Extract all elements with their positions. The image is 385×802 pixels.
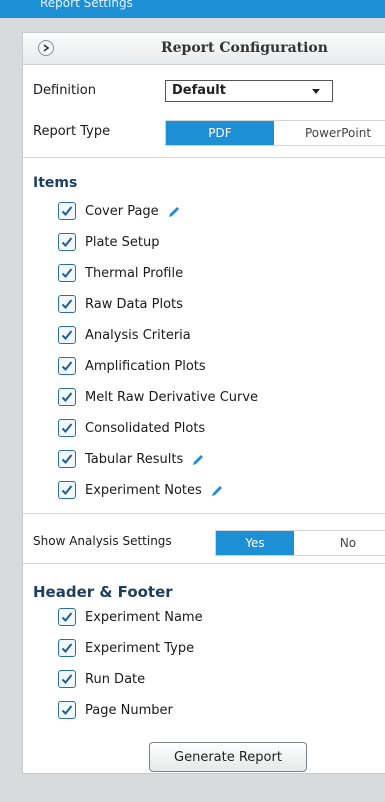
item-label: Melt Raw Derivative Curve: [85, 389, 259, 405]
show-analysis-settings-label: Show Analysis Settings: [33, 534, 172, 548]
item-label: Amplification Plots: [85, 358, 206, 374]
checkbox[interactable]: [58, 670, 76, 688]
checkmark-icon: [61, 206, 73, 216]
item-label: Run Date: [85, 671, 146, 687]
item-label: Tabular Results: [85, 451, 184, 467]
checkmark-icon: [61, 423, 73, 433]
analysis-settings-toggle: Yes No: [215, 530, 385, 556]
item-label: Experiment Notes: [85, 482, 202, 498]
checkmark-icon: [61, 299, 73, 309]
analysis-settings-no-option[interactable]: No: [294, 531, 385, 555]
item-thermal-profile[interactable]: Thermal Profile: [58, 262, 183, 284]
item-label: Plate Setup: [85, 234, 160, 250]
item-experiment-name[interactable]: Experiment Name: [58, 606, 203, 628]
checkbox[interactable]: [58, 388, 76, 406]
definition-select[interactable]: Default: [165, 80, 333, 102]
item-experiment-type[interactable]: Experiment Type: [58, 637, 194, 659]
pencil-icon[interactable]: [167, 204, 181, 218]
report-type-powerpoint-option[interactable]: PowerPoint: [274, 121, 385, 145]
checkbox[interactable]: [58, 295, 76, 313]
item-label: Cover Page: [85, 203, 159, 219]
checkmark-icon: [61, 268, 73, 278]
checkbox[interactable]: [58, 701, 76, 719]
report-configuration-panel: Report Configuration Definition Default …: [22, 32, 385, 774]
report-type-label: Report Type: [33, 124, 111, 139]
item-tabular-results[interactable]: Tabular Results: [58, 448, 205, 470]
divider: [23, 157, 385, 158]
checkbox[interactable]: [58, 639, 76, 657]
item-label: Analysis Criteria: [85, 327, 191, 343]
checkmark-icon: [61, 237, 73, 247]
pencil-icon[interactable]: [191, 452, 205, 466]
header-footer-section-title: Header & Footer: [33, 583, 173, 601]
checkbox[interactable]: [58, 202, 76, 220]
checkmark-icon: [61, 454, 73, 464]
item-label: Experiment Type: [85, 640, 195, 656]
divider: [23, 563, 385, 564]
top-bar-title: Report Settings: [40, 0, 133, 10]
report-type-pdf-option[interactable]: PDF: [166, 121, 274, 145]
definition-label: Definition: [33, 83, 96, 98]
checkbox[interactable]: [58, 326, 76, 344]
checkbox[interactable]: [58, 481, 76, 499]
generate-report-button[interactable]: Generate Report: [149, 742, 307, 772]
definition-value: Default: [172, 83, 226, 98]
checkmark-icon: [61, 361, 73, 371]
item-label: Page Number: [85, 702, 173, 718]
checkbox[interactable]: [58, 450, 76, 468]
analysis-settings-yes-option[interactable]: Yes: [216, 531, 294, 555]
report-type-toggle: PDF PowerPoint: [165, 120, 385, 146]
checkmark-icon: [61, 330, 73, 340]
pencil-icon[interactable]: [210, 483, 224, 497]
checkbox[interactable]: [58, 357, 76, 375]
item-amplification-plots[interactable]: Amplification Plots: [58, 355, 206, 377]
chevron-right-icon: [43, 44, 50, 52]
item-plate-setup[interactable]: Plate Setup: [58, 231, 159, 253]
checkmark-icon: [61, 705, 73, 715]
checkmark-icon: [61, 643, 73, 653]
item-label: Consolidated Plots: [85, 420, 206, 436]
item-page-number[interactable]: Page Number: [58, 699, 173, 721]
item-cover-page[interactable]: Cover Page: [58, 200, 181, 222]
checkmark-icon: [61, 674, 73, 684]
item-melt-raw-derivative-curve[interactable]: Melt Raw Derivative Curve: [58, 386, 258, 408]
panel-header: Report Configuration: [23, 33, 385, 65]
checkbox[interactable]: [58, 419, 76, 437]
checkmark-icon: [61, 485, 73, 495]
item-raw-data-plots[interactable]: Raw Data Plots: [58, 293, 183, 315]
dropdown-arrow-icon: [312, 89, 320, 94]
item-run-date[interactable]: Run Date: [58, 668, 145, 690]
item-label: Thermal Profile: [85, 265, 184, 281]
panel-title: Report Configuration: [161, 40, 328, 56]
items-section-title: Items: [33, 175, 78, 191]
top-bar: Report Settings: [0, 0, 385, 18]
checkbox[interactable]: [58, 608, 76, 626]
collapse-button[interactable]: [38, 40, 54, 56]
checkmark-icon: [61, 612, 73, 622]
divider: [23, 513, 385, 514]
item-label: Experiment Name: [85, 609, 203, 625]
checkbox[interactable]: [58, 264, 76, 282]
checkmark-icon: [61, 392, 73, 402]
checkbox[interactable]: [58, 233, 76, 251]
item-analysis-criteria[interactable]: Analysis Criteria: [58, 324, 191, 346]
item-experiment-notes[interactable]: Experiment Notes: [58, 479, 224, 501]
item-label: Raw Data Plots: [85, 296, 183, 312]
item-consolidated-plots[interactable]: Consolidated Plots: [58, 417, 205, 439]
